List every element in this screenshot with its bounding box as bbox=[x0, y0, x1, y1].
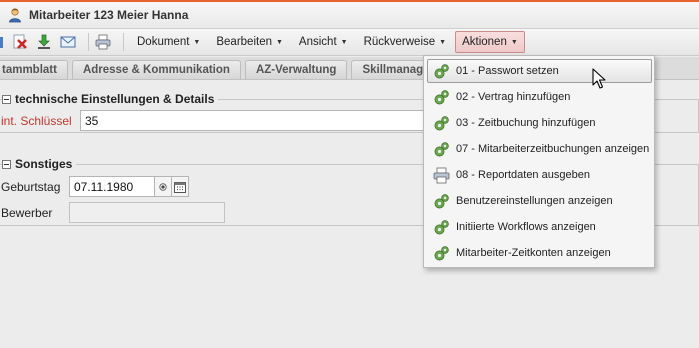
menu-ansicht[interactable]: Ansicht ▼ bbox=[292, 31, 355, 53]
menu-item-label: Benutzereinstellungen anzeigen bbox=[456, 195, 613, 207]
caret-down-icon: ▼ bbox=[439, 38, 447, 46]
menu-label: Bearbeiten bbox=[216, 36, 272, 48]
calendar-icon bbox=[174, 181, 186, 193]
user-icon bbox=[7, 7, 23, 23]
menu-label: Dokument bbox=[137, 36, 190, 48]
clear-date-button[interactable] bbox=[154, 176, 172, 197]
menu-bearbeiten[interactable]: Bearbeiten ▼ bbox=[209, 31, 290, 53]
edit-icon[interactable] bbox=[0, 34, 4, 50]
menu-item-label: Mitarbeiter-Zeitkonten anzeigen bbox=[456, 247, 611, 259]
menu-item-vertrag-hinzufuegen[interactable]: 02 - Vertrag hinzufügen bbox=[427, 85, 652, 109]
menu-item-label: Initiierte Workflows anzeigen bbox=[456, 221, 596, 233]
menu-item-label: 01 - Passwort setzen bbox=[456, 65, 559, 77]
menu-item-initiierte-workflows-anzeigen[interactable]: Initiierte Workflows anzeigen bbox=[427, 215, 652, 239]
tab-adresse-kommunikation[interactable]: Adresse & Kommunikation bbox=[71, 60, 241, 79]
gears-icon bbox=[433, 115, 450, 132]
gears-icon bbox=[433, 193, 450, 210]
menu-item-zeitbuchung-hinzufuegen[interactable]: 03 - Zeitbuchung hinzufügen bbox=[427, 111, 652, 135]
print-icon[interactable] bbox=[95, 34, 111, 50]
tab-az-verwaltung[interactable]: AZ-Verwaltung bbox=[244, 60, 348, 79]
menu-item-reportdaten-ausgeben[interactable]: 08 - Reportdaten ausgeben bbox=[427, 163, 652, 187]
menu-label: Aktionen bbox=[462, 36, 507, 48]
fieldset-legend: technische Einstellungen & Details bbox=[2, 92, 219, 106]
applicant-label: Bewerber bbox=[1, 206, 53, 220]
applicant-field[interactable] bbox=[69, 202, 225, 223]
download-icon[interactable] bbox=[36, 34, 52, 50]
gears-icon bbox=[433, 245, 450, 262]
int-key-label: int. Schlüssel bbox=[1, 114, 72, 128]
window-titlebar: Mitarbeiter 123 Meier Hanna bbox=[0, 2, 699, 29]
birthday-field[interactable] bbox=[69, 176, 155, 197]
collapse-icon[interactable] bbox=[2, 159, 11, 169]
gears-icon bbox=[433, 63, 450, 80]
menu-item-passwort-setzen[interactable]: 01 - Passwort setzen bbox=[427, 59, 652, 83]
menu-item-mitarbeiter-zeitkonten-anzeigen[interactable]: Mitarbeiter-Zeitkonten anzeigen bbox=[427, 241, 652, 265]
menu-rueckverweise[interactable]: Rückverweise ▼ bbox=[357, 31, 454, 53]
menu-item-label: 08 - Reportdaten ausgeben bbox=[456, 169, 590, 181]
caret-down-icon: ▼ bbox=[510, 38, 518, 46]
menu-dokument[interactable]: Dokument ▼ bbox=[130, 31, 207, 53]
menu-aktionen[interactable]: Aktionen ▼ bbox=[455, 31, 525, 53]
actions-dropdown-menu: 01 - Passwort setzen 02 - Vertrag hinzuf… bbox=[423, 55, 655, 268]
calendar-button[interactable] bbox=[171, 176, 189, 197]
caret-down-icon: ▼ bbox=[193, 38, 201, 46]
int-key-field[interactable] bbox=[80, 110, 430, 131]
legend-text: technische Einstellungen & Details bbox=[15, 92, 215, 106]
menu-item-mitarbeiterzeitbuchungen-anzeigen[interactable]: 07 - Mitarbeiterzeitbuchungen anzeigen bbox=[427, 137, 652, 161]
mouse-cursor-icon bbox=[592, 68, 606, 89]
birthday-label: Geburtstag bbox=[1, 180, 61, 194]
fieldset-legend: Sonstiges bbox=[2, 157, 77, 171]
caret-down-icon: ▼ bbox=[340, 38, 348, 46]
gears-icon bbox=[433, 89, 450, 106]
menu-label: Rückverweise bbox=[363, 36, 436, 48]
gears-icon bbox=[433, 219, 450, 236]
menu-label: Ansicht bbox=[298, 36, 337, 48]
toolbar: Dokument ▼ Bearbeiten ▼ Ansicht ▼ Rückverwe… bbox=[0, 29, 699, 56]
caret-down-icon: ▼ bbox=[275, 38, 283, 46]
toolbar-separator bbox=[123, 33, 124, 51]
menu-item-label: 07 - Mitarbeiterzeitbuchungen anzeigen bbox=[456, 143, 650, 155]
menu-item-benutzereinstellungen-anzeigen[interactable]: Benutzereinstellungen anzeigen bbox=[427, 189, 652, 213]
radio-dot-icon bbox=[159, 182, 167, 191]
menu-item-label: 02 - Vertrag hinzufügen bbox=[456, 91, 571, 103]
email-icon[interactable] bbox=[60, 34, 76, 50]
delete-icon[interactable] bbox=[12, 34, 28, 50]
tab-stammblatt[interactable]: tammblatt bbox=[0, 60, 68, 79]
toolbar-separator bbox=[88, 33, 89, 51]
collapse-icon[interactable] bbox=[2, 94, 11, 104]
menu-item-label: 03 - Zeitbuchung hinzufügen bbox=[456, 117, 596, 129]
gears-icon bbox=[433, 141, 450, 158]
window-title: Mitarbeiter 123 Meier Hanna bbox=[29, 8, 189, 22]
printer-icon bbox=[433, 167, 450, 184]
legend-text: Sonstiges bbox=[15, 157, 73, 171]
